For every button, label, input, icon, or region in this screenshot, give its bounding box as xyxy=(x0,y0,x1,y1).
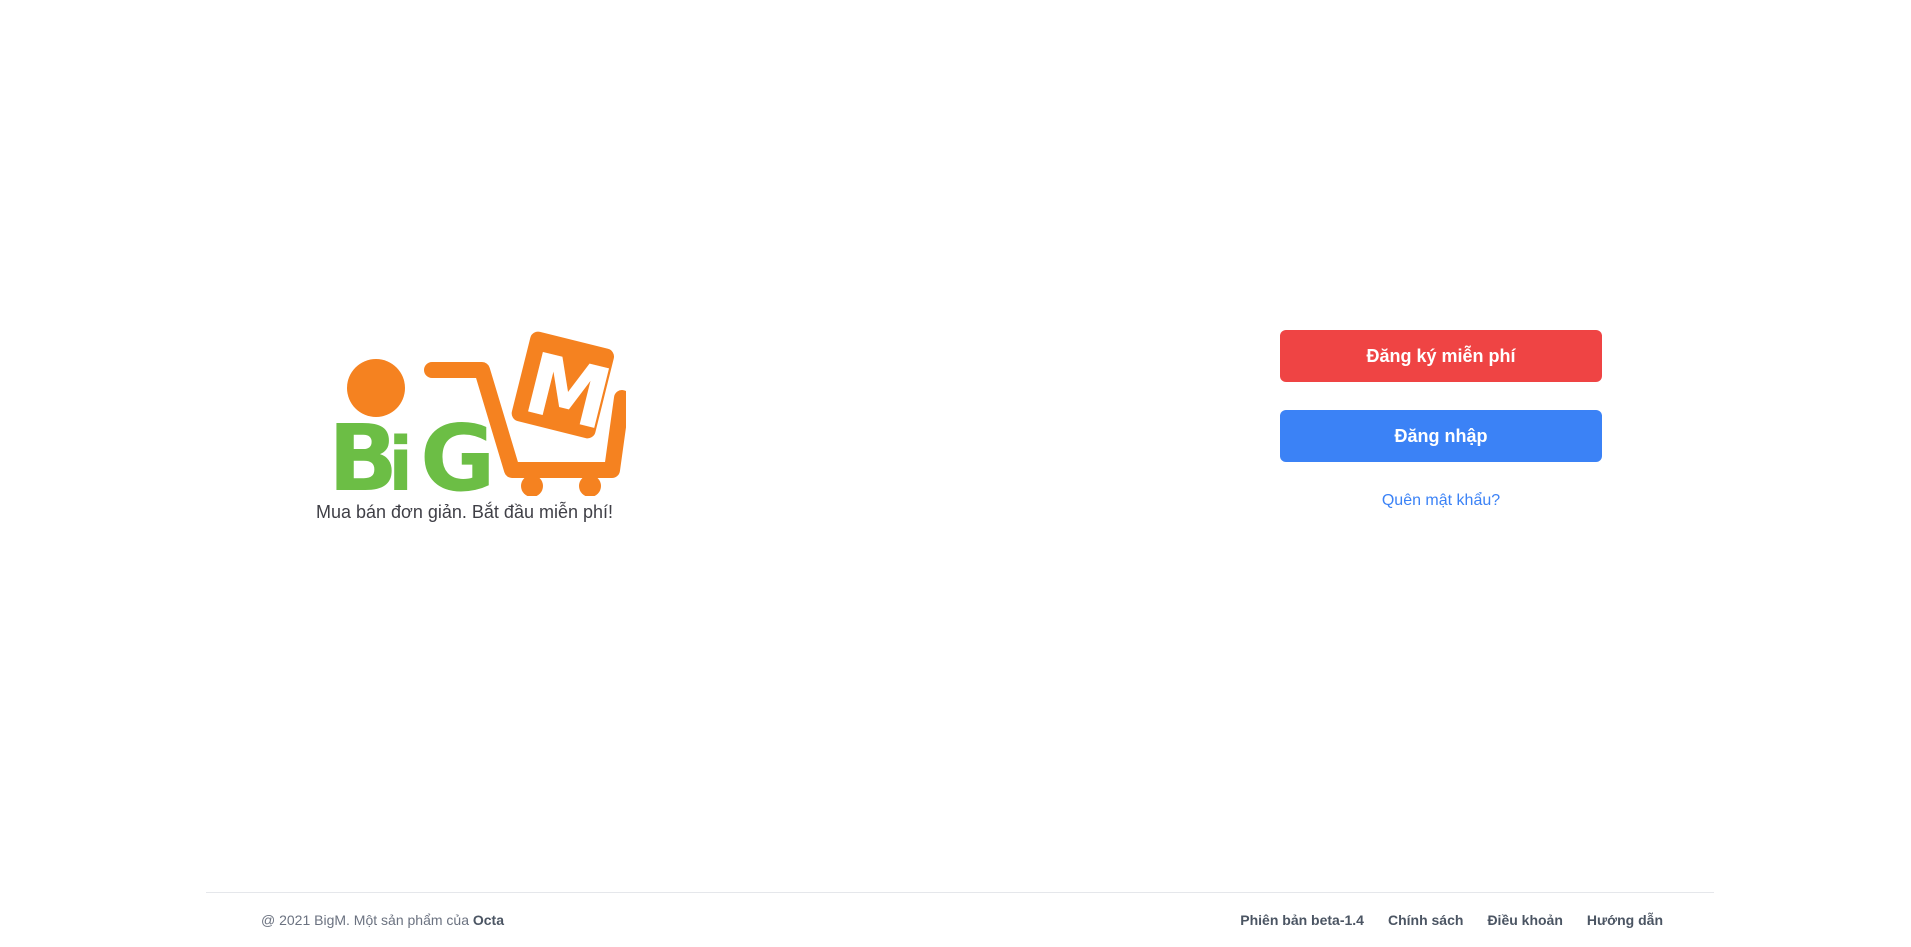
register-button[interactable]: Đăng ký miễn phí xyxy=(1280,330,1602,382)
copyright: @ 2021 BigM. Một sản phẩm của Octa xyxy=(261,912,504,928)
login-button[interactable]: Đăng nhập xyxy=(1280,410,1602,462)
footer-links: Phiên bản beta-1.4 Chính sách Điều khoản… xyxy=(1240,912,1663,928)
bigm-logo: B i G M xyxy=(328,331,626,496)
brand-block: B i G M Mua bán đơn giản. Bắt đầu miễn p… xyxy=(316,320,636,523)
footer-link-terms[interactable]: Điều khoản xyxy=(1487,912,1562,928)
copyright-owner: Octa xyxy=(472,912,504,928)
footer-link-guide[interactable]: Hướng dẫn xyxy=(1587,912,1663,928)
login-page: B i G M Mua bán đơn giản. Bắt đầu miễn p… xyxy=(0,0,1911,947)
svg-text:G: G xyxy=(420,405,496,496)
forgot-password-link[interactable]: Quên mật khẩu? xyxy=(1382,492,1500,510)
footer-link-policy[interactable]: Chính sách xyxy=(1388,912,1463,928)
version-label: Phiên bản beta-1.4 xyxy=(1240,912,1364,928)
tagline: Mua bán đơn giản. Bắt đầu miễn phí! xyxy=(316,502,613,522)
auth-panel: Đăng ký miễn phí Đăng nhập Quên mật khẩu… xyxy=(1280,330,1602,510)
svg-text:i: i xyxy=(388,422,413,496)
copyright-text: @ 2021 BigM. Một sản phẩm của xyxy=(261,912,469,928)
footer-divider xyxy=(206,892,1714,893)
